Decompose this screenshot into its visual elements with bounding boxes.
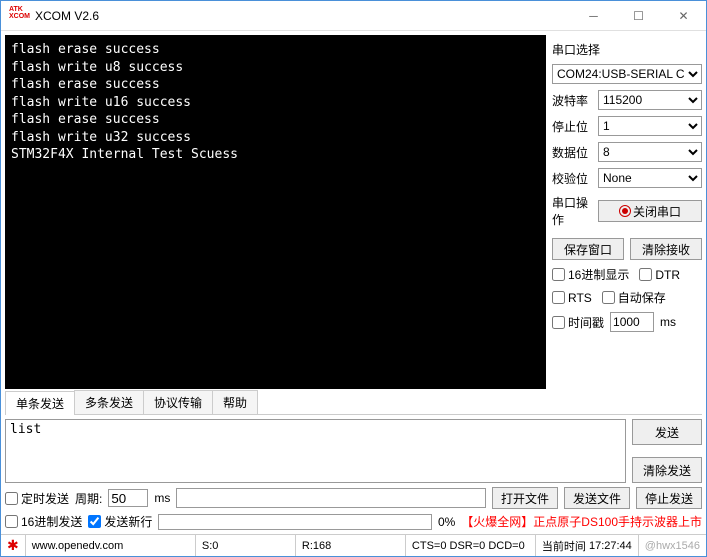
status-recv: R:168 [295, 535, 405, 556]
close-port-button[interactable]: 关闭串口 [598, 200, 702, 222]
timestamp-checkbox[interactable]: 时间戳 [552, 314, 604, 331]
time-label: 当前时间 [542, 538, 586, 554]
parity-label: 校验位 [552, 170, 592, 187]
clear-rx-button[interactable]: 清除接收 [630, 238, 702, 260]
ad-link[interactable]: 【火爆全网】正点原子DS100手持示波器上市 [461, 513, 702, 530]
close-button[interactable]: ✕ [661, 1, 706, 31]
file-path-input[interactable] [176, 488, 486, 508]
send-tabs: 单条发送 多条发送 协议传输 帮助 [5, 393, 702, 415]
parity-select[interactable]: None [598, 168, 702, 188]
period-input[interactable] [108, 489, 148, 507]
tab-help[interactable]: 帮助 [212, 390, 258, 414]
time-value: 17:27:44 [589, 540, 632, 552]
send-button[interactable]: 发送 [632, 419, 702, 445]
data-label: 数据位 [552, 144, 592, 161]
baud-label: 波特率 [552, 92, 592, 109]
timestamp-interval-input[interactable] [610, 312, 654, 332]
status-sent: S:0 [195, 535, 295, 556]
clear-send-button[interactable]: 清除发送 [632, 457, 702, 483]
period-label: 周期: [75, 490, 102, 507]
ms-label: ms [660, 315, 676, 329]
open-file-button[interactable]: 打开文件 [492, 487, 558, 509]
op-label: 串口操作 [552, 194, 592, 228]
send-file-button[interactable]: 发送文件 [564, 487, 630, 509]
send-newline-checkbox[interactable]: 发送新行 [88, 513, 152, 530]
dtr-checkbox[interactable]: DTR [639, 266, 680, 283]
tab-proto[interactable]: 协议传输 [143, 390, 213, 414]
data-select[interactable]: 8 [598, 142, 702, 162]
record-icon [619, 205, 631, 217]
progress-bar [158, 514, 432, 530]
send-textarea[interactable]: list [5, 419, 626, 483]
progress-pct: 0% [438, 515, 455, 529]
port-label: 串口选择 [552, 41, 702, 58]
tab-single[interactable]: 单条发送 [5, 391, 75, 415]
stop-send-button[interactable]: 停止发送 [636, 487, 702, 509]
baud-select[interactable]: 115200 [598, 90, 702, 110]
serial-console[interactable]: flash erase success flash write u8 succe… [5, 35, 546, 389]
save-window-button[interactable]: 保存窗口 [552, 238, 624, 260]
hex-send-checkbox[interactable]: 16进制发送 [5, 513, 82, 530]
stop-select[interactable]: 1 [598, 116, 702, 136]
autosave-checkbox[interactable]: 自动保存 [602, 289, 666, 306]
tab-multi[interactable]: 多条发送 [74, 390, 144, 414]
url-link[interactable]: www.openedv.com [32, 540, 124, 552]
maximize-button[interactable]: ☐ [616, 1, 661, 31]
watermark: @hwx1546 [638, 535, 706, 556]
status-lines: CTS=0 DSR=0 DCD=0 [405, 535, 535, 556]
ms-label-2: ms [154, 491, 170, 505]
stop-label: 停止位 [552, 118, 592, 135]
gear-icon[interactable]: ✱ [1, 537, 25, 554]
timed-send-checkbox[interactable]: 定时发送 [5, 490, 69, 507]
window-title: XCOM V2.6 [35, 9, 571, 23]
minimize-button[interactable]: ─ [571, 1, 616, 31]
app-logo: ATKXCOM [9, 6, 29, 26]
rts-checkbox[interactable]: RTS [552, 289, 592, 306]
hex-display-checkbox[interactable]: 16进制显示 [552, 266, 629, 283]
port-select[interactable]: COM24:USB-SERIAL CH34 [552, 64, 702, 84]
